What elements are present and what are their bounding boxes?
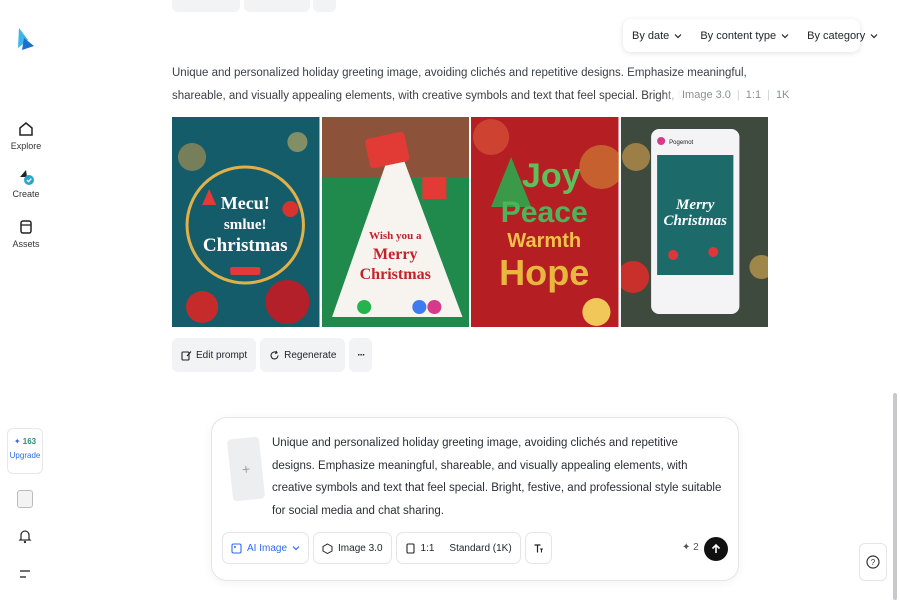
- composer-options: AI Image Image 3.0 1:1 Standard (1K): [222, 532, 552, 564]
- sidebar-item-label: Explore: [10, 141, 42, 151]
- image-text: smlue!: [224, 217, 267, 233]
- image-text: Christmas: [203, 235, 288, 256]
- filter-bar: By date By content type By category: [623, 19, 878, 52]
- image-text: Joy: [522, 157, 581, 195]
- upload-reference-button[interactable]: +: [226, 436, 266, 502]
- generation-actions: Edit prompt Regenerate ···: [172, 338, 373, 372]
- image-text: Merry: [372, 246, 417, 263]
- generated-image-2[interactable]: Wish you a Merry Christmas: [321, 117, 469, 327]
- image-icon: [231, 542, 242, 554]
- previous-action-button[interactable]: [172, 0, 240, 12]
- credits-count: 163: [22, 437, 37, 446]
- generation-meta: Image 3.0 | 1:1 | 1K: [664, 85, 790, 105]
- sidebar-item-label: Create: [12, 189, 40, 199]
- image-text: Christmas: [663, 213, 727, 229]
- filter-label: By date: [632, 29, 670, 42]
- image-text: Peace: [501, 196, 588, 229]
- plus-icon: +: [241, 460, 251, 478]
- sidebar-item-create[interactable]: Create: [0, 168, 52, 199]
- app-logo[interactable]: [14, 26, 36, 52]
- help-icon: ?: [866, 555, 880, 569]
- spark-icon: ✦: [682, 542, 694, 553]
- prompt-composer: + Unique and personalized holiday greeti…: [211, 417, 739, 581]
- sidebar-item-explore[interactable]: Explore: [0, 120, 52, 151]
- upgrade-label: Upgrade: [9, 451, 41, 460]
- send-button[interactable]: [704, 537, 728, 561]
- cost-value: 2: [693, 542, 699, 553]
- bell-icon[interactable]: [17, 528, 33, 544]
- meta-ratio: 1:1: [745, 89, 762, 101]
- mode-select[interactable]: AI Image: [222, 532, 310, 564]
- generated-image-1[interactable]: Mecu! smlue! Christmas: [172, 117, 320, 327]
- refresh-icon: [270, 350, 279, 359]
- previous-action-button[interactable]: [244, 0, 310, 12]
- more-icon: ···: [357, 349, 365, 361]
- meta-separator: |: [767, 89, 770, 101]
- credits-badge[interactable]: ✦ 163 Upgrade: [7, 428, 43, 474]
- prompt-input[interactable]: Unique and personalized holiday greeting…: [272, 432, 722, 522]
- ratio-label: 1:1: [420, 542, 435, 554]
- text-format-icon: [534, 543, 543, 552]
- generated-image-3[interactable]: Joy Peace Warmth Hope: [471, 117, 619, 327]
- menu-icon[interactable]: [19, 568, 31, 580]
- model-label: Image 3.0: [338, 542, 383, 554]
- chevron-down-icon: [870, 33, 878, 38]
- quality-label: Standard (1K): [449, 542, 512, 554]
- meta-resolution: 1K: [775, 89, 790, 101]
- regenerate-label: Regenerate: [284, 349, 337, 361]
- scrollbar[interactable]: [893, 393, 897, 600]
- filter-label: By content type: [700, 29, 777, 42]
- image-text: Merry: [675, 197, 715, 213]
- create-icon: [20, 170, 34, 185]
- filter-label: By category: [807, 29, 866, 42]
- ratio-quality-select[interactable]: 1:1 Standard (1K): [395, 532, 521, 564]
- edit-prompt-button[interactable]: Edit prompt: [172, 338, 257, 372]
- chevron-down-icon: [674, 33, 682, 38]
- help-button[interactable]: ?: [859, 543, 887, 581]
- spark-icon: ✦: [13, 437, 23, 446]
- sidebar-item-assets[interactable]: Assets: [0, 218, 52, 249]
- image-text: Wish you a: [369, 230, 422, 242]
- image-text: Warmth: [507, 230, 581, 252]
- previous-more-button[interactable]: [313, 0, 336, 12]
- image-text: Pogemot: [669, 140, 693, 146]
- edit-icon: [181, 350, 192, 361]
- more-options-button[interactable]: ···: [349, 338, 373, 372]
- svg-text:?: ?: [871, 558, 876, 567]
- cube-icon: [322, 542, 333, 554]
- meta-model: Image 3.0: [682, 89, 731, 101]
- image-text: Hope: [499, 252, 589, 293]
- filter-by-content-type[interactable]: By content type: [691, 19, 798, 52]
- folder-icon: [20, 220, 32, 234]
- filter-by-date[interactable]: By date: [623, 19, 691, 52]
- image-text: Mecu!: [221, 193, 270, 213]
- meta-separator: |: [736, 89, 740, 101]
- filter-by-category[interactable]: By category: [798, 19, 887, 52]
- sidebar: Explore Create Assets ✦ 163 Upgrade: [0, 0, 52, 600]
- image-gallery: Mecu! smlue! Christmas Wish you a Merry …: [172, 117, 768, 327]
- home-icon: [19, 122, 33, 136]
- aspect-ratio-icon: [405, 542, 415, 554]
- generated-image-4[interactable]: Pogemot Merry Christmas: [620, 117, 768, 327]
- sidebar-item-label: Assets: [12, 239, 40, 249]
- arrow-up-icon: [711, 543, 721, 553]
- generation-cost: ✦ 2: [682, 542, 699, 553]
- image-text: Christmas: [359, 266, 430, 283]
- model-select[interactable]: Image 3.0: [313, 532, 392, 564]
- mode-label: AI Image: [247, 542, 288, 554]
- avatar[interactable]: [17, 490, 33, 508]
- edit-prompt-label: Edit prompt: [196, 349, 248, 361]
- chevron-down-icon: [292, 546, 300, 551]
- regenerate-button[interactable]: Regenerate: [260, 338, 346, 372]
- text-style-button[interactable]: [524, 532, 552, 564]
- chevron-down-icon: [781, 33, 789, 38]
